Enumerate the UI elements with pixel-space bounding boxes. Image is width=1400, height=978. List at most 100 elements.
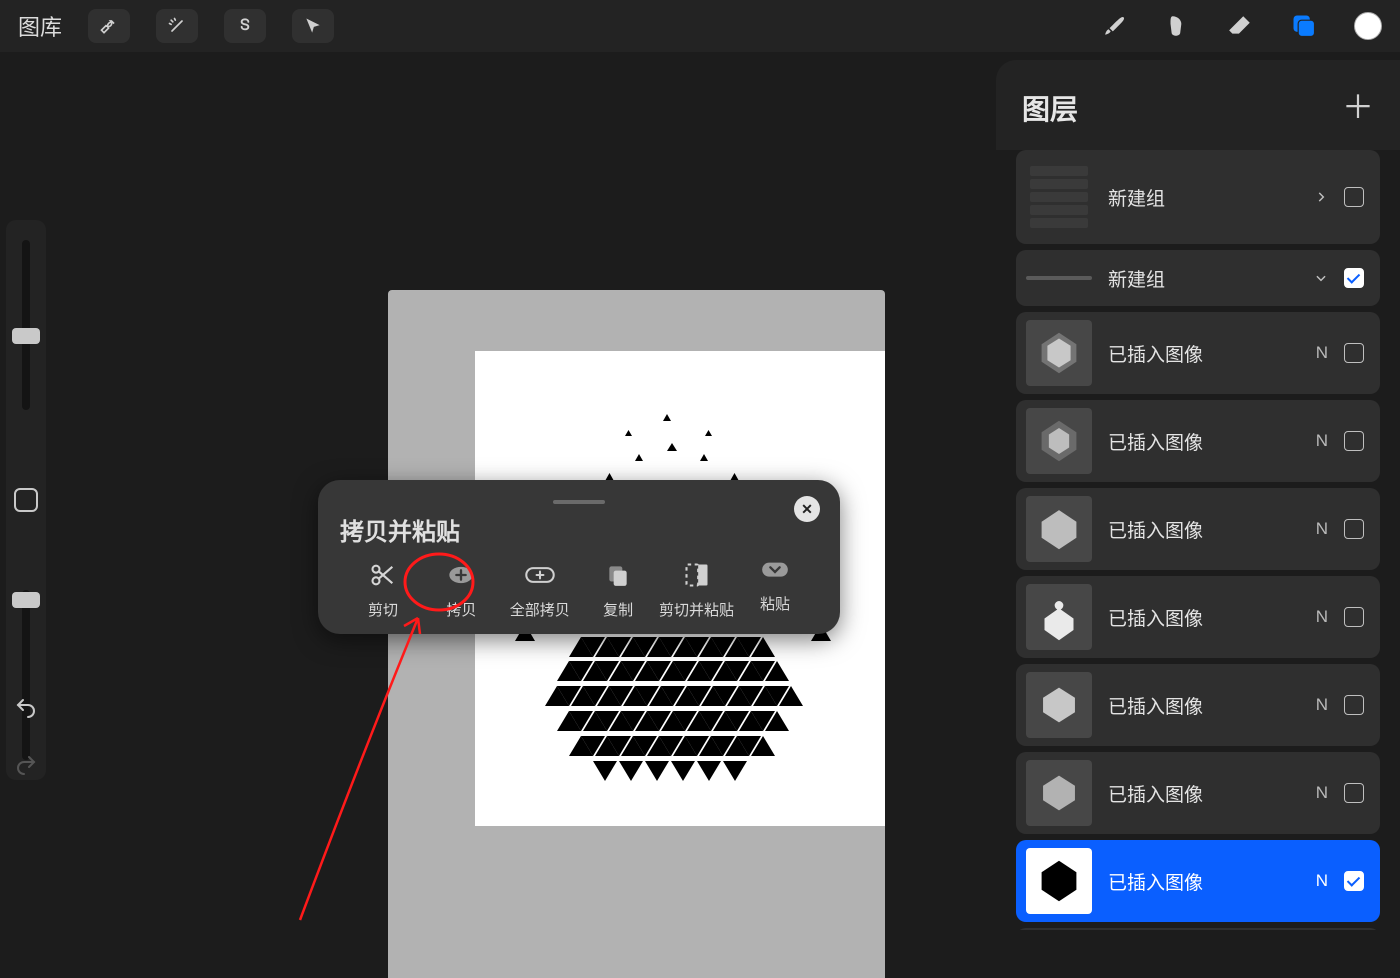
visibility-checkbox[interactable] — [1344, 519, 1364, 539]
copy-all-label: 全部拷贝 — [510, 599, 570, 620]
wrench-icon — [99, 16, 119, 36]
close-button[interactable]: ✕ — [794, 496, 820, 522]
blend-mode[interactable]: N — [1316, 783, 1328, 803]
group-line-icon — [1026, 276, 1092, 280]
layer-thumb — [1026, 584, 1092, 650]
wand-icon — [167, 16, 187, 36]
magic-wand-button[interactable] — [156, 9, 198, 43]
paste-button[interactable]: 粘贴 — [736, 561, 814, 620]
chevron-down-fill-icon — [761, 561, 789, 583]
layer-name: 已插入图像 — [1108, 868, 1300, 895]
drag-handle[interactable] — [553, 500, 605, 504]
layer-name: 已插入图像 — [1108, 604, 1300, 631]
wrench-button[interactable] — [88, 9, 130, 43]
layer-name: 已插入图像 — [1108, 428, 1300, 455]
layer-name: 已插入图像 — [1108, 692, 1300, 719]
copy-paste-title: 拷贝并粘贴 — [340, 512, 818, 547]
redo-button[interactable] — [14, 753, 38, 782]
layer-thumb — [1026, 408, 1092, 474]
group-thumb — [1026, 164, 1092, 230]
brush-size-knob[interactable] — [12, 328, 40, 344]
brush-size-slider[interactable] — [22, 240, 30, 410]
undo-icon — [14, 696, 38, 720]
opacity-knob[interactable] — [12, 592, 40, 608]
cut-paste-button[interactable]: 剪切并粘贴 — [658, 561, 736, 620]
layer-name: 已插入图像 — [1108, 516, 1300, 543]
smudge-tool-button[interactable] — [1164, 13, 1190, 39]
visibility-checkbox[interactable] — [1344, 431, 1364, 451]
undo-button[interactable] — [14, 696, 38, 725]
paste-label: 粘贴 — [760, 593, 790, 614]
modifier-button[interactable] — [14, 488, 38, 512]
blend-mode[interactable]: N — [1316, 343, 1328, 363]
add-layer-button[interactable]: ＋ — [1342, 98, 1374, 117]
copy-button[interactable]: 拷贝 — [422, 561, 500, 620]
cut-paste-label: 剪切并粘贴 — [659, 599, 734, 620]
layer-row[interactable]: 已插入图像 N — [1016, 312, 1380, 394]
blend-mode[interactable]: N — [1316, 607, 1328, 627]
layer-group-row[interactable]: 新建组 — [1016, 150, 1380, 244]
canvas-area[interactable] — [388, 290, 885, 978]
copy-all-button[interactable]: 全部拷贝 — [501, 561, 579, 620]
layer-row[interactable]: 已插入图像 N — [1016, 488, 1380, 570]
layers-panel: 图层 ＋ 新建组 新建组 已插入 — [996, 60, 1400, 978]
layers-header: 图层 ＋ — [996, 60, 1400, 150]
visibility-checkbox[interactable] — [1344, 871, 1364, 891]
blend-mode[interactable]: N — [1316, 695, 1328, 715]
brush-icon — [1102, 13, 1128, 39]
copy-label: 拷贝 — [446, 599, 476, 620]
layer-row[interactable]: 已插入图像 N — [1016, 752, 1380, 834]
visibility-checkbox[interactable] — [1344, 187, 1364, 207]
copy-paste-actions: 剪切 拷贝 全部拷贝 复制 剪切并粘贴 粘贴 — [340, 561, 818, 620]
brush-tool-button[interactable] — [1102, 13, 1128, 39]
undo-redo-group — [6, 680, 46, 782]
visibility-checkbox[interactable] — [1344, 783, 1364, 803]
visibility-checkbox[interactable] — [1344, 695, 1364, 715]
layer-row-base[interactable]: 图层 1 N — [1016, 928, 1380, 930]
cut-label: 剪切 — [368, 599, 398, 620]
scissors-icon — [369, 561, 397, 589]
layers-list[interactable]: 新建组 新建组 已插入图像 N — [996, 150, 1400, 930]
layers-tool-button[interactable] — [1290, 12, 1318, 40]
visibility-checkbox[interactable] — [1344, 607, 1364, 627]
layer-row-selected[interactable]: 已插入图像 N — [1016, 840, 1380, 922]
layer-thumb — [1026, 496, 1092, 562]
layer-name: 已插入图像 — [1108, 340, 1300, 367]
cut-button[interactable]: 剪切 — [344, 561, 422, 620]
blend-mode[interactable]: N — [1316, 871, 1328, 891]
smudge-icon — [1164, 13, 1190, 39]
visibility-checkbox[interactable] — [1344, 268, 1364, 288]
layer-thumb — [1026, 672, 1092, 738]
layers-title: 图层 — [1022, 88, 1078, 128]
layer-row[interactable]: 已插入图像 N — [1016, 664, 1380, 746]
transform-arrow-button[interactable] — [292, 9, 334, 43]
gallery-button[interactable]: 图库 — [18, 10, 62, 42]
visibility-checkbox[interactable] — [1344, 343, 1364, 363]
redo-icon — [14, 753, 38, 777]
layers-icon — [1290, 12, 1318, 40]
top-toolbar-left: 图库 — [18, 9, 334, 43]
group-name: 新建组 — [1108, 265, 1298, 292]
selection-s-button[interactable] — [224, 9, 266, 43]
layer-thumb — [1026, 760, 1092, 826]
blend-mode[interactable]: N — [1316, 519, 1328, 539]
duplicate-label: 复制 — [603, 599, 633, 620]
chevron-right-icon — [1314, 190, 1328, 204]
top-toolbar-right — [1102, 12, 1382, 40]
arrow-cursor-icon — [303, 16, 323, 36]
blend-mode[interactable]: N — [1316, 431, 1328, 451]
duplicate-button[interactable]: 复制 — [579, 561, 657, 620]
plus-circle-icon — [447, 561, 475, 589]
layer-group-row[interactable]: 新建组 — [1016, 250, 1380, 306]
chevron-down-icon — [1314, 271, 1328, 285]
eraser-icon — [1226, 13, 1254, 39]
layer-thumb — [1026, 320, 1092, 386]
layer-row[interactable]: 已插入图像 N — [1016, 576, 1380, 658]
group-name: 新建组 — [1108, 184, 1298, 211]
color-swatch-button[interactable] — [1354, 12, 1382, 40]
layer-row[interactable]: 已插入图像 N — [1016, 400, 1380, 482]
eraser-tool-button[interactable] — [1226, 13, 1254, 39]
plus-pill-icon — [524, 561, 556, 589]
copy-paste-bar: ✕ 拷贝并粘贴 剪切 拷贝 全部拷贝 复制 剪切并粘贴 粘贴 — [318, 480, 840, 634]
s-icon — [235, 16, 255, 36]
